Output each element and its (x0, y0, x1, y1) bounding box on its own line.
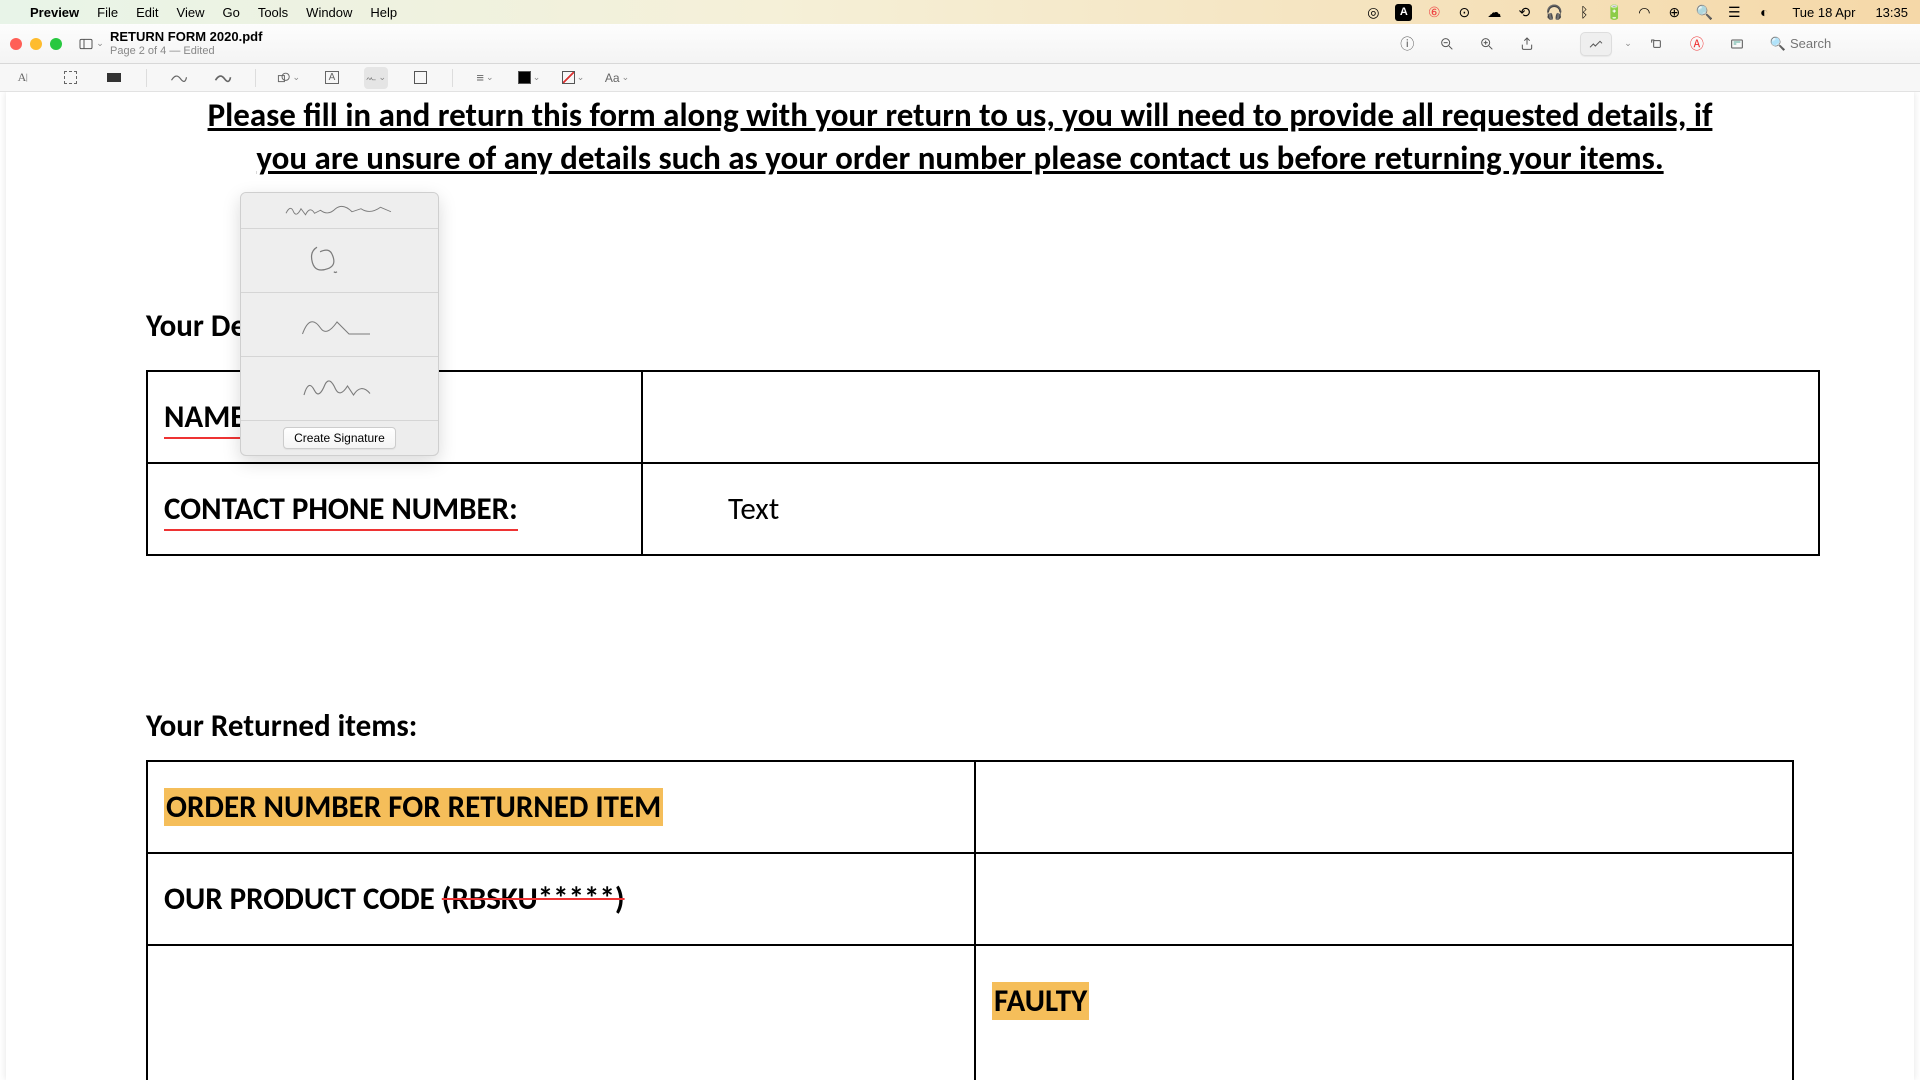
menubar-spotlight-icon[interactable]: ⊕ (1666, 4, 1682, 20)
text-tool[interactable]: A (320, 67, 344, 89)
sketch-tool[interactable] (167, 67, 191, 89)
menubar-app2-icon[interactable]: ⑥ (1426, 4, 1442, 20)
product-code-label: OUR PRODUCT CODE (RBSKU*****) (147, 853, 975, 945)
reason-label (147, 945, 975, 1080)
signature-popover: Create Signature (240, 192, 439, 456)
menubar-headphones-icon[interactable]: 🎧 (1546, 4, 1562, 20)
signature-create-row: Create Signature (241, 421, 438, 455)
sign-tool[interactable]: ⌄ (364, 67, 388, 89)
document-viewport[interactable]: Please fill in and return this form alon… (0, 92, 1920, 1080)
markup-chevron-icon[interactable]: ⌄ (1624, 38, 1632, 49)
close-button[interactable] (10, 38, 22, 50)
fullscreen-button[interactable] (50, 38, 62, 50)
zoom-out-button[interactable] (1432, 31, 1462, 57)
phone-value-cell[interactable]: Text (642, 463, 1819, 555)
document-subtitle: Page 2 of 4 — Edited (110, 45, 262, 58)
menu-file[interactable]: File (97, 5, 118, 20)
text-style-tool[interactable]: Aa⌄ (605, 67, 629, 89)
table-row: CONTACT PHONE NUMBER: Text (147, 463, 1819, 555)
menu-view[interactable]: View (177, 5, 205, 20)
sidebar-toggle-button[interactable]: ⌄ (76, 31, 106, 57)
traffic-lights (10, 38, 62, 50)
menubar-extra-icon[interactable]: ◎ (1365, 4, 1381, 20)
menubar-battery-icon[interactable]: 🔋 (1606, 4, 1622, 20)
menu-tools[interactable]: Tools (258, 5, 288, 20)
returned-items-table: ORDER NUMBER FOR RETURNED ITEM OUR PRODU… (146, 760, 1794, 1080)
menubar-app1-icon[interactable]: A (1395, 4, 1412, 21)
rectangular-selection-tool[interactable] (58, 67, 82, 89)
border-color-tool[interactable]: ⌄ (517, 67, 541, 89)
info-button[interactable]: ⓘ (1392, 31, 1422, 57)
menubar-app-name[interactable]: Preview (30, 5, 79, 20)
menubar-date[interactable]: Tue 18 Apr (1792, 5, 1855, 20)
rotate-button[interactable] (1642, 31, 1672, 57)
table-row: OUR PRODUCT CODE (RBSKU*****) (147, 853, 1793, 945)
reason-value-cell[interactable]: FAULTY (975, 945, 1793, 1080)
redact-tool[interactable] (102, 67, 126, 89)
shapes-tool[interactable]: ⌄ (276, 67, 300, 89)
menu-help[interactable]: Help (370, 5, 397, 20)
menubar-controlcenter-icon[interactable]: ☰ (1726, 4, 1742, 20)
share-button[interactable] (1512, 31, 1542, 57)
signature-option-2[interactable] (241, 229, 438, 293)
menubar-wifi-icon[interactable]: ◠ (1636, 4, 1652, 20)
form-button[interactable] (1722, 31, 1752, 57)
minimize-button[interactable] (30, 38, 42, 50)
markup-toggle-button[interactable] (1580, 32, 1612, 56)
signature-option-4[interactable] (241, 357, 438, 421)
menu-go[interactable]: Go (222, 5, 239, 20)
search-field[interactable]: 🔍 (1770, 36, 1910, 52)
window-titlebar: ⌄ RETURN FORM 2020.pdf Page 2 of 4 — Edi… (0, 24, 1920, 64)
preview-window: ⌄ RETURN FORM 2020.pdf Page 2 of 4 — Edi… (0, 24, 1920, 1080)
table-row: ORDER NUMBER FOR RETURNED ITEM (147, 761, 1793, 853)
menubar-timemachine-icon[interactable]: ⟲ (1516, 4, 1532, 20)
table-row: FAULTY (147, 945, 1793, 1080)
name-value-cell[interactable] (642, 371, 1819, 463)
shape-style-tool[interactable]: ≡⌄ (473, 67, 497, 89)
fill-color-tool[interactable]: ⌄ (561, 67, 585, 89)
create-signature-button[interactable]: Create Signature (283, 427, 396, 449)
menubar-cloud-icon[interactable]: ☁ (1486, 4, 1502, 20)
phone-label: CONTACT PHONE NUMBER: (147, 463, 642, 555)
instruction-text: Please fill in and return this form alon… (165, 94, 1755, 180)
menubar-bluetooth-icon[interactable]: ᛒ (1576, 4, 1592, 20)
returned-items-heading: Your Returned items: (146, 707, 417, 745)
document-title: RETURN FORM 2020.pdf (110, 30, 262, 45)
menu-edit[interactable]: Edit (136, 5, 158, 20)
menubar-search-icon[interactable]: 🔍 (1696, 4, 1712, 20)
order-number-value-cell[interactable] (975, 761, 1793, 853)
markup-toolbar: A⎸ ⌄ A ⌄ ≡⌄ ⌄ ⌄ Aa⌄ (0, 64, 1920, 92)
menu-window[interactable]: Window (306, 5, 352, 20)
menubar-time[interactable]: 13:35 (1875, 5, 1908, 20)
draw-tool[interactable] (211, 67, 235, 89)
note-tool[interactable] (408, 67, 432, 89)
menubar-record-icon[interactable]: ⊙ (1456, 4, 1472, 20)
signature-option-1[interactable] (241, 193, 438, 229)
highlight-button[interactable]: Ⓐ (1682, 31, 1712, 57)
product-code-value-cell[interactable] (975, 853, 1793, 945)
order-number-label: ORDER NUMBER FOR RETURNED ITEM (147, 761, 975, 853)
signature-option-3[interactable] (241, 293, 438, 357)
zoom-in-button[interactable] (1472, 31, 1502, 57)
macos-menubar: Preview File Edit View Go Tools Window H… (0, 0, 1920, 24)
menubar-siri-icon[interactable]: ◐ (1756, 4, 1772, 20)
text-selection-tool[interactable]: A⎸ (14, 67, 38, 89)
search-icon: 🔍 (1770, 36, 1786, 52)
search-input[interactable] (1790, 36, 1910, 51)
